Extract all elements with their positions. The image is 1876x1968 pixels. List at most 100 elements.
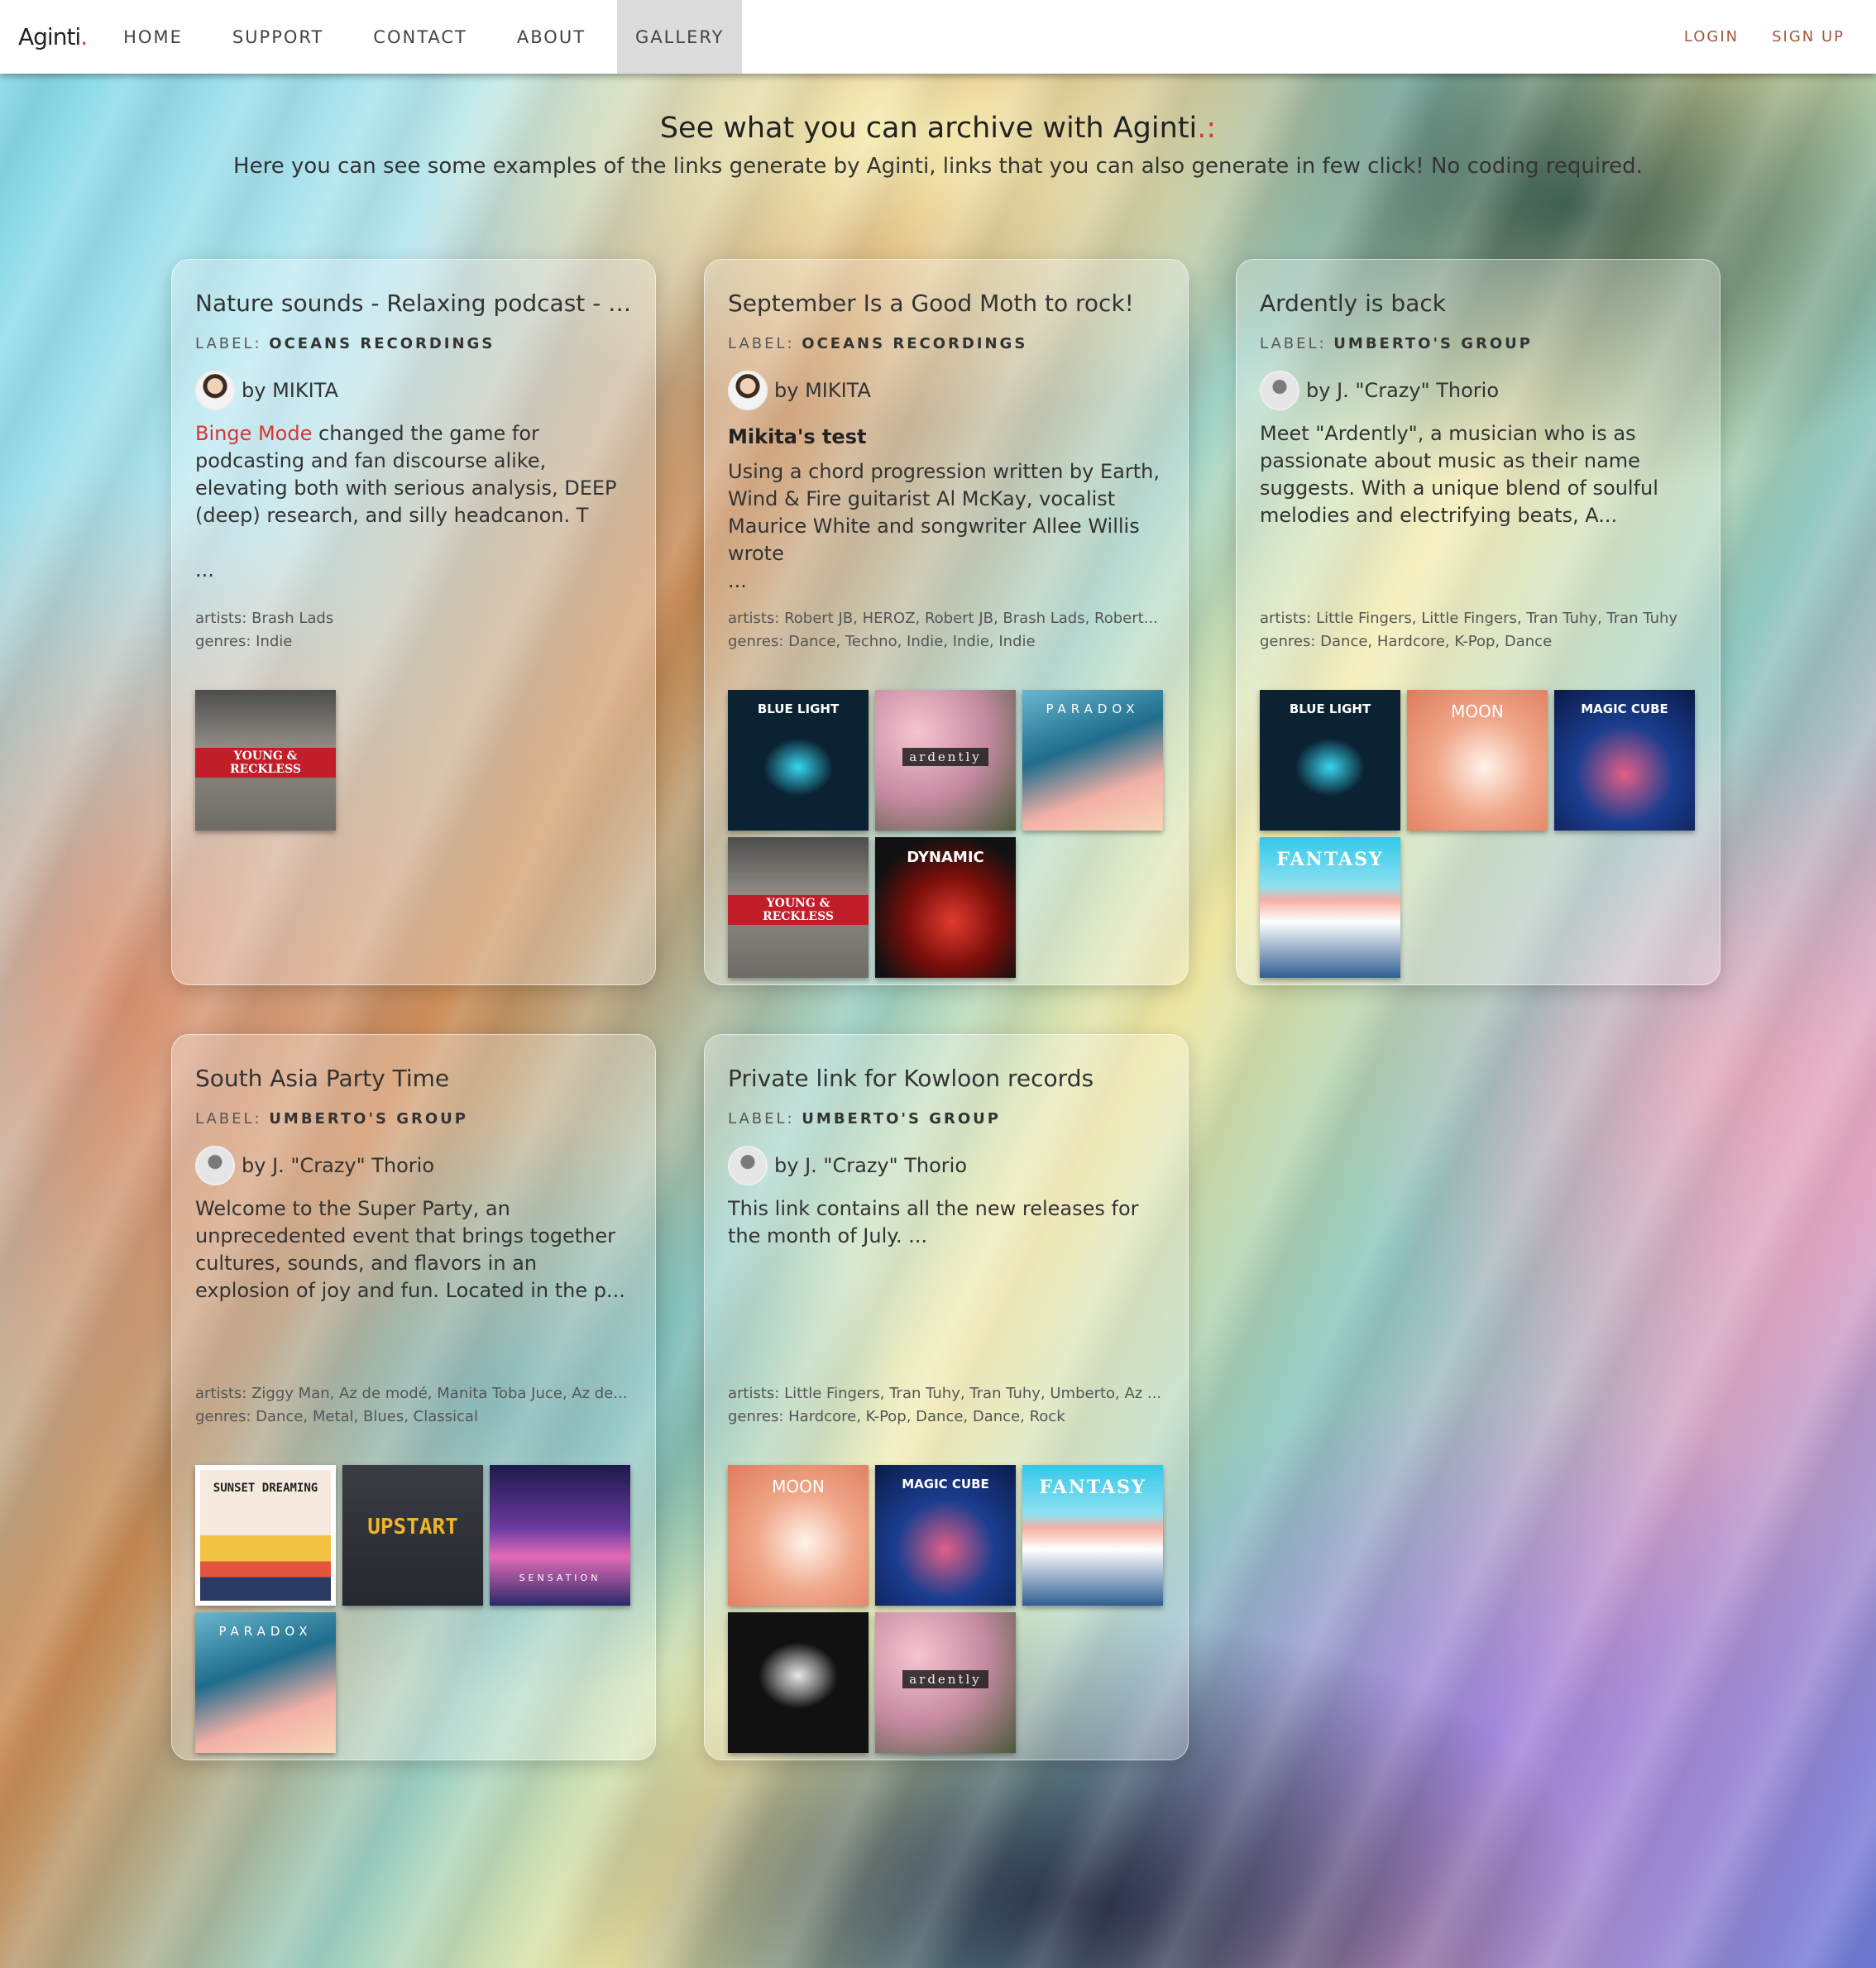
card-genres: genres: Hardcore, K-Pop, Dance, Dance, R… — [728, 1408, 1065, 1425]
cover-title: DYNAMIC — [907, 849, 984, 866]
card-subtitle: Mikita's test — [728, 425, 867, 448]
label-value: OCEANS RECORDINGS — [802, 335, 1028, 352]
card-author: by J. "Crazy" Thorio — [728, 1146, 1165, 1185]
moon-cover[interactable]: MOON — [1407, 690, 1548, 831]
magic-cube-cover[interactable]: MAGIC CUBE — [1554, 690, 1695, 831]
cover-title: PARADOX — [218, 1624, 313, 1639]
cover-title: ardently — [902, 748, 988, 766]
author-name: by J. "Crazy" Thorio — [242, 1154, 435, 1177]
signup-link[interactable]: SIGN UP — [1764, 0, 1853, 74]
blue-light-cover[interactable]: BLUE LIGHT — [1260, 690, 1400, 831]
card-genres: genres: Dance, Metal, Blues, Classical — [195, 1408, 478, 1425]
card-artists: artists: Ziggy Man, Az de modé, Manita T… — [195, 1385, 628, 1402]
label-prefix: LABEL: — [728, 1110, 802, 1128]
upstart-cover[interactable]: UPSTART — [342, 1465, 483, 1606]
cover-title: SUNSET DREAMING — [213, 1482, 318, 1495]
nav-about[interactable]: ABOUT — [499, 0, 604, 74]
author-name: by J. "Crazy" Thorio — [774, 1154, 968, 1177]
young-reckless-cover[interactable]: YOUNG & RECKLESS — [195, 690, 336, 831]
cover-title: MAGIC CUBE — [1581, 701, 1668, 716]
paradox-cover[interactable]: PARADOX — [1022, 690, 1163, 831]
label-prefix: LABEL: — [195, 1110, 270, 1128]
nav-home[interactable]: HOME — [105, 0, 201, 74]
cover-title: PARADOX — [1046, 701, 1140, 716]
card-artists: artists: Little Fingers, Little Fingers,… — [1260, 610, 1678, 627]
label-value: UMBERTO'S GROUP — [802, 1110, 1001, 1128]
cover-title: BLUE LIGHT — [1289, 701, 1371, 716]
card-title[interactable]: South Asia Party Time — [195, 1065, 632, 1092]
dynamic-cover[interactable]: DYNAMIC — [875, 837, 1016, 978]
card-label: LABEL: UMBERTO'S GROUP — [1260, 335, 1697, 352]
cover-title: MOON — [772, 1477, 825, 1496]
label-prefix: LABEL: — [195, 335, 270, 352]
cover-title: YOUNG & RECKLESS — [195, 748, 336, 778]
label-value: UMBERTO'S GROUP — [269, 1110, 468, 1128]
gallery-card[interactable]: September Is a Good Moth to rock! LABEL: … — [704, 259, 1189, 985]
hands-cover[interactable] — [728, 1612, 869, 1753]
author-name: by MIKITA — [242, 379, 338, 402]
card-label: LABEL: OCEANS RECORDINGS — [195, 335, 632, 352]
young-reckless-cover[interactable]: YOUNG & RECKLESS — [728, 837, 869, 978]
cover-title: BLUE LIGHT — [757, 701, 840, 716]
card-meta: artists: Robert JB, HEROZ, Robert JB, Br… — [728, 607, 1166, 654]
login-link[interactable]: LOGIN — [1676, 0, 1747, 74]
label-value: OCEANS RECORDINGS — [269, 335, 495, 352]
card-label: LABEL: UMBERTO'S GROUP — [195, 1110, 632, 1128]
cover-title: ardently — [902, 1670, 988, 1688]
ardently-cover[interactable]: ardently — [875, 690, 1016, 831]
card-title[interactable]: September Is a Good Moth to rock! — [728, 290, 1165, 317]
card-meta: artists: Little Fingers, Tran Tuhy, Tran… — [728, 1382, 1166, 1429]
avatar — [728, 371, 768, 410]
cover-title: YOUNG & RECKLESS — [728, 895, 869, 925]
moon-cover[interactable]: MOON — [728, 1465, 869, 1606]
gallery-card[interactable]: Nature sounds - Relaxing podcast - J... L… — [171, 259, 656, 985]
cover-title: SENSATION — [519, 1573, 601, 1583]
card-genres: genres: Dance, Hardcore, K-Pop, Dance — [1260, 633, 1553, 650]
cover-title: UPSTART — [367, 1515, 458, 1539]
gallery-card[interactable]: South Asia Party Time LABEL: UMBERTO'S GR… — [171, 1034, 656, 1760]
card-artists: artists: Brash Lads — [195, 610, 334, 627]
card-label: LABEL: OCEANS RECORDINGS — [728, 335, 1165, 352]
avatar — [1260, 371, 1299, 410]
cover-grid: BLUE LIGHT MOON MAGIC CUBE FANTASY — [1260, 690, 1695, 978]
card-author: by MIKITA — [195, 371, 632, 410]
gallery-card[interactable]: Private link for Kowloon records LABEL: U… — [704, 1034, 1189, 1760]
card-label: LABEL: UMBERTO'S GROUP — [728, 1110, 1165, 1128]
card-artists: artists: Robert JB, HEROZ, Robert JB, Br… — [728, 610, 1158, 627]
card-description: This link contains all the new releases … — [728, 1197, 1139, 1247]
sunset-dreaming-cover[interactable]: SUNSET DREAMING — [195, 1465, 336, 1606]
avatar — [195, 1146, 235, 1185]
card-title[interactable]: Ardently is back — [1260, 290, 1697, 317]
nav-contact[interactable]: CONTACT — [355, 0, 486, 74]
card-description: Binge Mode changed the game for podcasti… — [195, 422, 617, 582]
cover-title: FANTASY — [1039, 1477, 1146, 1498]
gallery-card[interactable]: Ardently is back LABEL: UMBERTO'S GROUP by… — [1236, 259, 1720, 985]
page-subtitle: Here you can see some examples of the li… — [233, 154, 1643, 179]
top-navbar: Aginti. HOME SUPPORT CONTACT ABOUT GALLE… — [0, 0, 1876, 74]
author-name: by MIKITA — [774, 379, 871, 402]
cover-grid: BLUE LIGHT ardently PARADOX YOUNG & RECKLES… — [728, 690, 1163, 978]
card-author: by J. "Crazy" Thorio — [1260, 371, 1697, 410]
avatar — [195, 371, 235, 410]
description-highlight[interactable]: Binge Mode — [195, 422, 312, 445]
ardently-cover[interactable]: ardently — [875, 1612, 1016, 1753]
cover-title: FANTASY — [1276, 849, 1384, 870]
page-title: See what you can archive with Aginti.: — [659, 112, 1217, 145]
card-author: by MIKITA — [728, 371, 1165, 410]
blue-light-cover[interactable]: BLUE LIGHT — [728, 690, 869, 831]
card-title[interactable]: Private link for Kowloon records — [728, 1065, 1165, 1092]
nav-support[interactable]: SUPPORT — [214, 0, 342, 74]
fantasy-cover[interactable]: FANTASY — [1260, 837, 1400, 978]
magic-cube-cover[interactable]: MAGIC CUBE — [875, 1465, 1016, 1606]
card-meta: artists: Brash Lads genres: Indie — [195, 607, 634, 654]
card-meta: artists: Little Fingers, Little Fingers,… — [1260, 607, 1698, 654]
label-prefix: LABEL: — [1260, 335, 1334, 352]
brand-logo[interactable]: Aginti. — [18, 23, 88, 50]
card-title[interactable]: Nature sounds - Relaxing podcast - J... — [195, 290, 632, 317]
cover-title: MOON — [1451, 701, 1504, 721]
paradox-cover[interactable]: PARADOX — [195, 1612, 336, 1753]
avatar — [728, 1146, 768, 1185]
sensation-cover[interactable]: SENSATION — [490, 1465, 630, 1606]
fantasy-cover[interactable]: FANTASY — [1022, 1465, 1163, 1606]
nav-gallery[interactable]: GALLERY — [617, 0, 743, 74]
